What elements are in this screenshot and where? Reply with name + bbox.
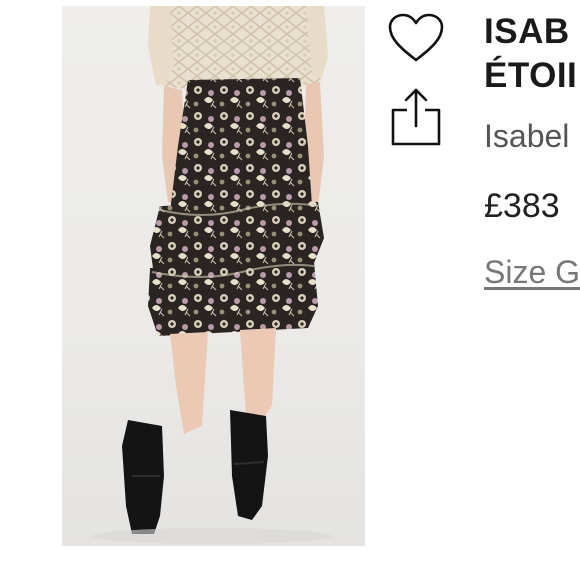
product-price: £383 xyxy=(484,187,560,225)
share-icon xyxy=(391,88,441,146)
product-title-line-1: ISAB xyxy=(484,12,570,51)
share-button[interactable] xyxy=(386,86,446,148)
designer-name[interactable]: Isabel xyxy=(484,116,580,156)
heart-outline-icon xyxy=(388,13,444,62)
product-title-line-2: ÉTOII xyxy=(484,56,578,95)
product-photo-illustration xyxy=(92,6,332,544)
product-detail-page: ISAB ÉTOII Isabel £383 Size G xyxy=(0,0,580,580)
product-title: ISAB ÉTOII xyxy=(484,10,580,98)
favorite-button[interactable] xyxy=(386,10,446,66)
product-info: ISAB ÉTOII Isabel £383 Size G xyxy=(484,10,580,292)
size-guide-link[interactable]: Size G xyxy=(484,252,580,292)
product-image[interactable] xyxy=(62,6,365,546)
